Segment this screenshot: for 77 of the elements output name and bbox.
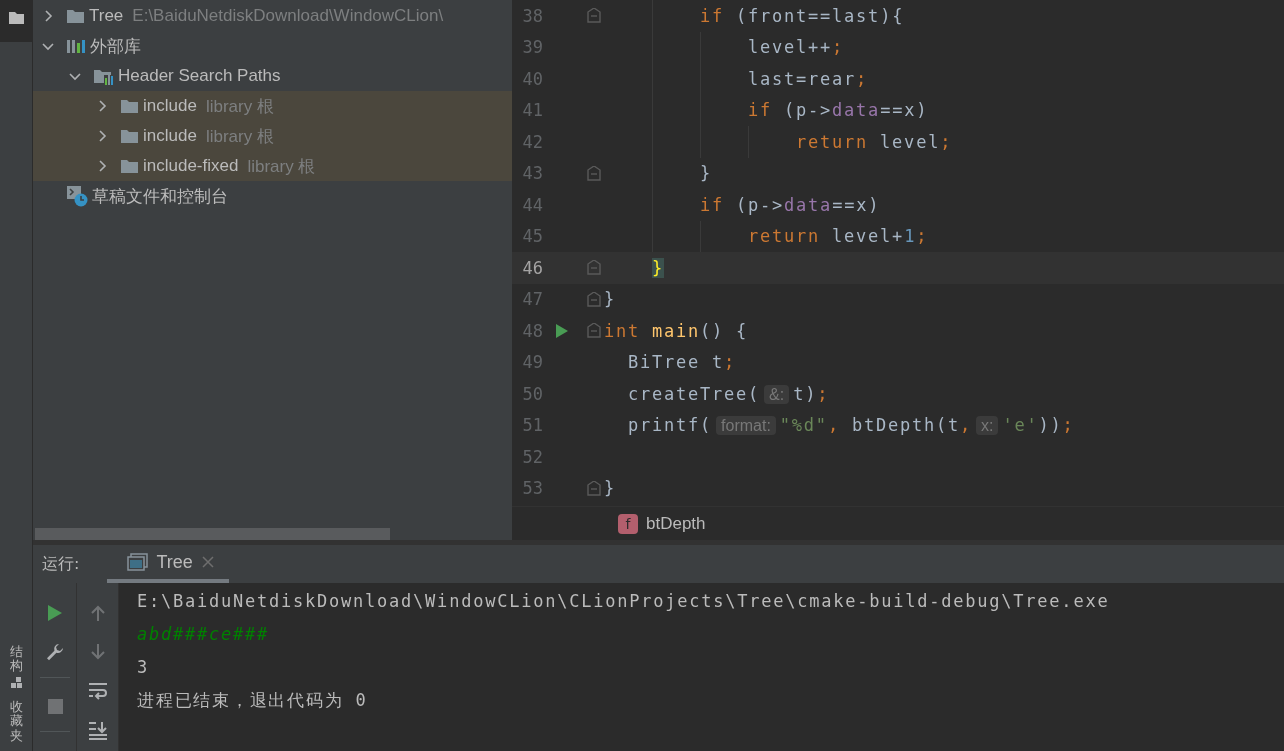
line-number: 53 [521, 478, 543, 499]
console-line: E:\BaiduNetdiskDownload\WindowCLion\CLionProjects\Tree\cmake-build-debug\Tree.exe [137, 590, 1110, 613]
run-icon[interactable] [555, 322, 569, 339]
line-number: 52 [521, 446, 543, 467]
fold-icon[interactable] [587, 323, 601, 339]
line-number: 51 [521, 415, 543, 436]
code-line: return level; [796, 131, 953, 152]
scrollbar-thumb[interactable] [35, 528, 390, 540]
fold-icon[interactable] [587, 165, 601, 181]
folder-icon [120, 97, 139, 115]
line-number: 43 [521, 163, 543, 184]
tree-row[interactable]: 草稿文件和控制台 [33, 181, 512, 211]
code-line: } [604, 289, 616, 310]
tree-item-hint: E:\BaiduNetdiskDownload\WindowCLion\ [132, 6, 444, 26]
line-number: 42 [521, 131, 543, 152]
tree-row[interactable]: Header Search Paths [33, 61, 512, 91]
tree-row[interactable]: include-fixed library 根 [33, 151, 512, 181]
code-line: } [604, 478, 616, 499]
folder-icon [7, 10, 25, 25]
line-number: 50 [521, 383, 543, 404]
line-number: 40 [521, 68, 543, 89]
code-line: int main() { [604, 320, 749, 341]
line-number: 41 [521, 100, 543, 121]
tool-window-button[interactable]: 结构 [0, 638, 32, 695]
wrap-icon[interactable] [87, 680, 108, 701]
fold-icon[interactable] [587, 291, 601, 307]
folder-icon [66, 7, 85, 25]
tree-item-label: include-fixed [143, 156, 239, 176]
code-line: level++; [748, 37, 845, 58]
wrench-icon[interactable] [44, 641, 65, 662]
tree-row[interactable]: include library 根 [33, 91, 512, 121]
console-line: abd###ce### [137, 623, 270, 646]
line-number: 45 [521, 226, 543, 247]
tree-item-hint: library 根 [247, 155, 316, 178]
tree-item-label: Tree [89, 6, 124, 26]
code-line: createTree( &: t); [628, 383, 830, 404]
code-line: BiTree t; [628, 352, 737, 373]
line-number: 46 [521, 257, 543, 278]
scroll-to-end-icon[interactable] [87, 719, 108, 740]
tree-row[interactable]: include library 根 [33, 121, 512, 151]
code-line: if (p->data==x) [700, 194, 881, 215]
tree-row[interactable]: 外部库 [33, 31, 512, 61]
code-line: } [700, 163, 713, 184]
tree-item-hint: library 根 [205, 125, 274, 148]
code-line: printf( format: "%d", btDepth(t, x: 'e')); [628, 415, 1075, 436]
tree-item-label: 外部库 [90, 35, 141, 58]
tree-row[interactable]: Tree E:\BaiduNetdiskDownload\WindowCLion\ [33, 1, 512, 31]
console-icon [127, 553, 149, 571]
console-line: 进程已结束，退出代码为 0 [137, 689, 368, 712]
line-number: 39 [521, 37, 543, 58]
structure-icon [10, 677, 22, 689]
tree-item-label: Header Search Paths [118, 66, 281, 86]
tree-item-label: 草稿文件和控制台 [92, 185, 228, 208]
library-icon [66, 37, 86, 55]
code-line: last=rear; [748, 68, 869, 89]
tree-item-label: include [143, 126, 197, 146]
panel-title: 运行: [42, 553, 80, 575]
code-line: if (front==last){ [700, 5, 905, 26]
console-line: 3 [137, 656, 149, 679]
line-number: 38 [521, 5, 543, 26]
tool-window-button[interactable]: 收藏夹 [0, 694, 32, 751]
console-clock-icon [66, 185, 88, 207]
tool-window-button[interactable] [0, 0, 32, 42]
line-number: 48 [521, 320, 543, 341]
line-number: 47 [521, 289, 543, 310]
fold-icon[interactable] [587, 480, 601, 496]
fold-icon[interactable] [587, 8, 601, 24]
close-icon[interactable] [200, 555, 215, 569]
tree-item-hint: library 根 [205, 95, 274, 118]
code-line: return level+1; [748, 226, 929, 247]
code-line: if (p->data==x) [748, 100, 929, 121]
folder-icon [120, 127, 139, 145]
tree-item-label: include [143, 96, 197, 116]
folder-icon [120, 157, 139, 175]
line-number: 49 [521, 352, 543, 373]
fold-icon[interactable] [587, 260, 601, 276]
line-number: 44 [521, 194, 543, 215]
